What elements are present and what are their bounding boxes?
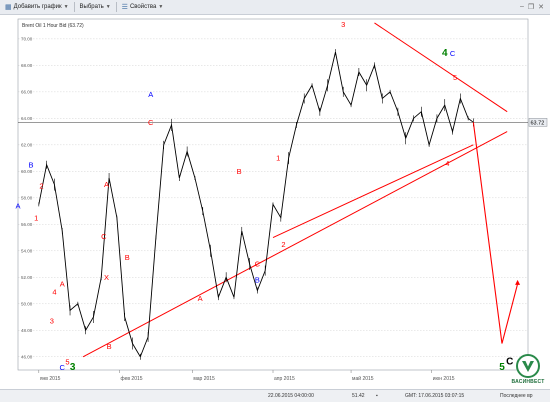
y-tick-label: 46.00 bbox=[21, 354, 33, 359]
brand-logo-text: ВАСИНВЕСТ bbox=[511, 379, 545, 385]
x-tick-label: июн 2015 bbox=[433, 376, 455, 382]
wave-label: 3 bbox=[50, 317, 54, 326]
forecast-line bbox=[472, 122, 519, 344]
wave-label: B bbox=[125, 253, 130, 262]
forecast-arrowhead bbox=[515, 279, 521, 285]
server-time: GMT: 17.06.2015 03:07:15 bbox=[405, 393, 465, 399]
wave-label: C bbox=[450, 49, 456, 58]
trendline bbox=[374, 22, 508, 113]
y-tick-label: 54.00 bbox=[21, 248, 33, 253]
cursor-date: 22.06.2015 04:00:00 bbox=[268, 393, 314, 399]
y-tick-label: 66.00 bbox=[21, 89, 33, 94]
restore-icon[interactable]: ❐ bbox=[528, 3, 534, 11]
wave-label: 1 bbox=[276, 154, 280, 163]
y-tick-label: 68.00 bbox=[21, 63, 33, 68]
x-tick-label: май 2015 bbox=[352, 375, 374, 382]
window-controls: – ❐ ✕ bbox=[520, 3, 550, 11]
y-tick-label: 48.00 bbox=[21, 328, 33, 333]
chart-toolbar: ▦ Добавить график ▼ Выбрать ▼ ☰ Свойства… bbox=[0, 0, 550, 15]
wave-label: B bbox=[29, 160, 34, 169]
instrument-label: Brent Oil 1 Hour Bid (63.72) bbox=[22, 23, 84, 29]
wave-labels: AB214A35C 3BXCABCAABCB123454 C5 C bbox=[15, 20, 513, 373]
brand-logo-mark bbox=[516, 354, 540, 378]
wave-label: A bbox=[198, 294, 203, 303]
wave-label: C bbox=[148, 118, 154, 127]
wave-label: C bbox=[255, 260, 261, 269]
minimize-icon[interactable]: – bbox=[520, 3, 524, 11]
wave-label: X bbox=[104, 273, 109, 282]
wave-label: B bbox=[237, 167, 242, 176]
chevron-down-icon: ▼ bbox=[63, 4, 69, 10]
select-label: Выбрать bbox=[79, 4, 104, 10]
last-price-marker: 63.72 bbox=[528, 118, 548, 127]
wave-label: 1 bbox=[34, 213, 38, 222]
wave-label: 3 bbox=[70, 362, 76, 373]
wave-label: C bbox=[101, 232, 107, 241]
trendlines bbox=[82, 22, 508, 358]
select-button[interactable]: Выбрать ▼ bbox=[75, 0, 116, 14]
wave-label: 4 bbox=[52, 288, 56, 297]
last-update-label: Последнее вр bbox=[500, 393, 533, 399]
x-tick-label: янв 2015 bbox=[40, 376, 61, 382]
wave-label: 4 bbox=[445, 159, 449, 168]
plot-frame bbox=[17, 18, 529, 371]
chevron-down-icon: ▼ bbox=[105, 4, 111, 10]
trendline bbox=[82, 131, 508, 358]
add-chart-label: Добавить график bbox=[13, 4, 62, 10]
wave-label: C bbox=[60, 363, 66, 372]
add-chart-icon: ▦ bbox=[5, 4, 12, 11]
wave-label: A bbox=[148, 90, 153, 99]
y-tick-label: 58.00 bbox=[21, 195, 33, 200]
y-tick-label: 70.00 bbox=[21, 36, 33, 41]
brand-logo: ВАСИНВЕСТ bbox=[508, 354, 548, 388]
price-chart-area[interactable]: 70.00 68.00 66.00 64.00 62.00 60.00 58.00 56.00… bbox=[0, 15, 550, 389]
x-tick-label: фев 2015 bbox=[120, 376, 142, 382]
status-bar: 22.06.2015 04:00:00 51.42 ▪ GMT: 17.06.2… bbox=[0, 389, 550, 402]
wave-label: 5 bbox=[453, 73, 457, 82]
price-series bbox=[18, 49, 528, 360]
wave-label: 4 bbox=[442, 48, 448, 59]
wave-label: 5 bbox=[499, 362, 505, 373]
forecast-path bbox=[472, 122, 521, 344]
trendline bbox=[272, 144, 474, 239]
axes: 70.00 68.00 66.00 64.00 62.00 60.00 58.00 56.00… bbox=[17, 18, 529, 382]
wave-label: 2 bbox=[281, 240, 285, 249]
x-tick-label: апр 2015 bbox=[274, 376, 295, 382]
wave-label: B bbox=[107, 342, 112, 351]
cursor-value: 51.42 bbox=[352, 393, 365, 399]
price-chart[interactable]: 70.00 68.00 66.00 64.00 62.00 60.00 58.00 56.00… bbox=[0, 15, 550, 389]
y-tick-label: 60.00 bbox=[21, 169, 33, 174]
close-icon[interactable]: ✕ bbox=[538, 3, 544, 11]
y-tick-label: 64.00 bbox=[21, 116, 33, 121]
wave-label: B bbox=[255, 276, 260, 285]
chevron-down-icon: ▼ bbox=[158, 4, 164, 10]
wave-label: 3 bbox=[341, 20, 345, 29]
y-tick-label: 56.00 bbox=[21, 222, 33, 227]
wave-label: 2 bbox=[39, 182, 43, 191]
properties-button[interactable]: ☰ Свойства ▼ bbox=[117, 0, 169, 14]
y-tick-label: 52.00 bbox=[21, 275, 33, 280]
last-price-value: 63.72 bbox=[531, 120, 545, 126]
properties-label: Свойства bbox=[129, 4, 157, 10]
grid-lines bbox=[18, 38, 528, 357]
wave-label: A bbox=[60, 280, 65, 289]
price-line bbox=[38, 52, 474, 358]
properties-icon: ☰ bbox=[121, 4, 128, 11]
status-indicator-icon: ▪ bbox=[376, 393, 378, 399]
add-chart-button[interactable]: ▦ Добавить график ▼ bbox=[0, 0, 74, 14]
y-tick-label: 50.00 bbox=[21, 301, 33, 306]
wave-label: A bbox=[104, 180, 109, 189]
wave-label: A bbox=[15, 201, 20, 210]
y-tick-label: 62.00 bbox=[21, 142, 33, 147]
x-tick-label: мар 2015 bbox=[193, 376, 215, 382]
